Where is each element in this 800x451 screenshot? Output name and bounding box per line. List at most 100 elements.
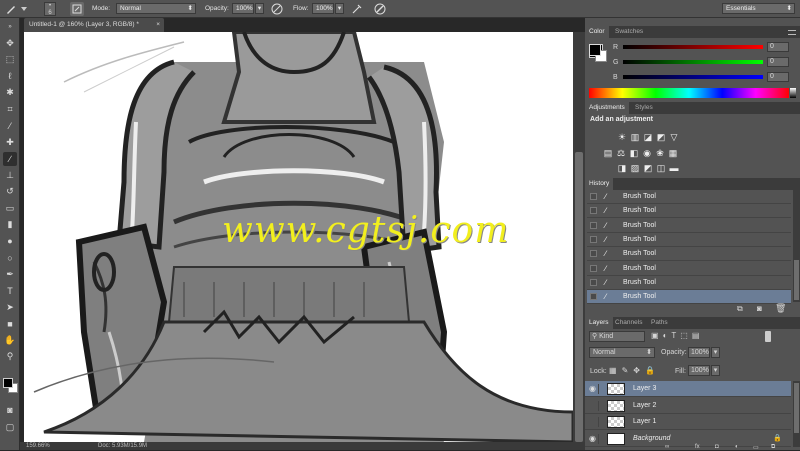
layer-row[interactable]: ◉ Background 🔒 bbox=[585, 431, 791, 447]
brush-tool-icon[interactable]: ∕ bbox=[3, 151, 17, 166]
toolbox-collapse-icon[interactable]: » bbox=[3, 20, 17, 34]
red-value-input[interactable]: 0 bbox=[767, 42, 789, 52]
vibrance-icon[interactable]: ▽ bbox=[669, 132, 679, 142]
marquee-tool-icon[interactable]: ⬚ bbox=[3, 53, 17, 67]
shape-filter-icon[interactable]: ⬚ bbox=[680, 331, 692, 340]
posterize-icon[interactable]: ▨ bbox=[630, 163, 640, 173]
invert-icon[interactable]: ◨ bbox=[617, 163, 627, 173]
layer-row[interactable]: Layer 1 bbox=[585, 414, 791, 430]
quick-mask-icon[interactable]: ◙ bbox=[3, 403, 17, 417]
crop-tool-icon[interactable]: ⌗ bbox=[3, 102, 17, 116]
lock-position-icon[interactable]: ✥ bbox=[633, 366, 645, 375]
workspace-select[interactable]: Essentials ⬍ bbox=[722, 3, 795, 14]
brush-preset-icon[interactable] bbox=[4, 2, 18, 16]
brush-size-box[interactable]: • 6 bbox=[44, 2, 56, 16]
visibility-eye-icon[interactable]: ◉ bbox=[589, 384, 599, 394]
channel-mixer-icon[interactable]: ❀ bbox=[655, 148, 665, 158]
smart-object-filter-icon[interactable]: ▤ bbox=[692, 331, 704, 340]
vertical-scrollbar[interactable] bbox=[573, 32, 585, 442]
gradient-map-icon[interactable]: ▬ bbox=[669, 163, 679, 173]
layer-filter-select[interactable]: ⚲ Kind bbox=[589, 331, 645, 342]
blue-slider-track[interactable] bbox=[623, 75, 763, 79]
lock-all-icon[interactable]: 🔒 bbox=[645, 366, 660, 375]
snapshot-camera-icon[interactable]: ◙ bbox=[757, 304, 762, 313]
tab-adjustments[interactable]: Adjustments bbox=[585, 102, 629, 114]
eraser-tool-icon[interactable]: ▭ bbox=[3, 201, 17, 215]
history-item[interactable]: ∕ Brush Tool bbox=[587, 247, 791, 262]
shape-tool-icon[interactable]: ■ bbox=[3, 317, 17, 331]
history-scroll-thumb[interactable] bbox=[794, 260, 799, 300]
levels-icon[interactable]: ▥ bbox=[630, 132, 640, 142]
lock-transparent-icon[interactable]: ▦ bbox=[609, 366, 622, 375]
layers-scrollbar[interactable] bbox=[793, 381, 800, 447]
doc-info[interactable]: Doc: 5.93M/15.9M bbox=[98, 442, 147, 450]
bw-ramp[interactable] bbox=[790, 88, 796, 98]
tab-paths[interactable]: Paths bbox=[647, 317, 672, 329]
history-item[interactable]: ∕ Brush Tool bbox=[587, 233, 791, 247]
move-tool-icon[interactable]: ✥ bbox=[3, 36, 17, 50]
hue-saturation-icon[interactable]: ▤ bbox=[603, 148, 613, 158]
history-item[interactable]: ∕ Brush Tool bbox=[587, 204, 791, 219]
layer-opacity-input[interactable]: 100% bbox=[688, 347, 710, 358]
visibility-off-icon[interactable] bbox=[589, 417, 599, 427]
link-layers-icon[interactable]: ∞ bbox=[665, 444, 669, 450]
history-source-checkbox[interactable] bbox=[590, 293, 597, 301]
flow-dropdown-icon[interactable]: ▾ bbox=[335, 3, 344, 14]
foreground-color-chip[interactable] bbox=[3, 378, 13, 388]
pressure-opacity-icon[interactable] bbox=[270, 2, 284, 16]
photo-filter-icon[interactable]: ◉ bbox=[642, 148, 652, 158]
path-select-tool-icon[interactable]: ➤ bbox=[3, 300, 17, 314]
history-item[interactable]: ∕ Brush Tool bbox=[587, 262, 791, 276]
tab-color[interactable]: Color bbox=[585, 26, 609, 38]
green-value-input[interactable]: 0 bbox=[767, 57, 789, 67]
document-tab[interactable]: Untitled-1 @ 160% (Layer 3, RGB/8) * × bbox=[24, 18, 164, 32]
history-source-checkbox[interactable] bbox=[590, 235, 597, 243]
scroll-thumb[interactable] bbox=[575, 152, 583, 442]
blend-mode-select[interactable]: Normal ⬍ bbox=[589, 347, 655, 358]
stamp-tool-icon[interactable]: ⊥ bbox=[3, 168, 17, 182]
layer-mask-icon[interactable]: ◘ bbox=[715, 444, 719, 450]
brush-picker-chevron-icon[interactable] bbox=[20, 1, 28, 17]
close-tab-icon[interactable]: × bbox=[156, 18, 160, 32]
history-item[interactable]: ∕ Brush Tool bbox=[587, 219, 791, 233]
screen-mode-icon[interactable]: ▢ bbox=[3, 420, 17, 434]
history-source-checkbox[interactable] bbox=[590, 278, 597, 286]
history-source-checkbox[interactable] bbox=[590, 264, 597, 272]
pressure-size-icon[interactable] bbox=[373, 2, 387, 16]
selective-color-icon[interactable]: ◫ bbox=[656, 163, 666, 173]
quick-select-tool-icon[interactable]: ✱ bbox=[3, 86, 17, 100]
zoom-readout[interactable]: 159.66% bbox=[26, 442, 50, 450]
tab-layers[interactable]: Layers bbox=[585, 317, 613, 329]
tab-swatches[interactable]: Swatches bbox=[611, 26, 647, 38]
eyedropper-tool-icon[interactable]: ⁄ bbox=[3, 119, 17, 133]
history-scrollbar[interactable] bbox=[793, 190, 800, 302]
lasso-tool-icon[interactable]: ℓ bbox=[3, 69, 17, 83]
brush-panel-toggle-icon[interactable] bbox=[70, 2, 84, 16]
blur-tool-icon[interactable]: ● bbox=[3, 234, 17, 248]
zoom-tool-icon[interactable]: ⚲ bbox=[3, 350, 17, 364]
fill-input[interactable]: 100% bbox=[688, 365, 710, 376]
layer-filter-icons[interactable]: ▣◐T⬚▤ bbox=[651, 331, 761, 342]
airbrush-icon[interactable] bbox=[350, 2, 364, 16]
visibility-off-icon[interactable] bbox=[589, 400, 599, 411]
color-spectrum-ramp[interactable] bbox=[589, 88, 789, 98]
mode-select[interactable]: Normal ⬍ bbox=[116, 3, 196, 14]
delete-state-trash-icon[interactable]: 🗑 bbox=[775, 303, 786, 314]
layer-row[interactable]: Layer 2 bbox=[585, 398, 791, 414]
layer-row[interactable]: ◉ Layer 3 bbox=[585, 381, 791, 397]
panel-menu-icon[interactable] bbox=[788, 30, 796, 35]
fx-icon[interactable]: fx bbox=[695, 444, 700, 450]
visibility-eye-icon[interactable]: ◉ bbox=[589, 433, 599, 444]
history-source-checkbox[interactable] bbox=[590, 221, 597, 229]
color-balance-icon[interactable]: ⚖ bbox=[616, 148, 626, 158]
lock-pixels-icon[interactable]: ✎ bbox=[622, 366, 634, 375]
history-item[interactable]: ∕ Brush Tool bbox=[587, 276, 791, 290]
hand-tool-icon[interactable]: ✋ bbox=[3, 333, 17, 347]
fill-dropdown-icon[interactable]: ▾ bbox=[711, 365, 720, 376]
exposure-icon[interactable]: ◩ bbox=[656, 132, 666, 142]
pixel-filter-icon[interactable]: ▣ bbox=[651, 331, 663, 340]
new-document-from-state-icon[interactable]: ⧉ bbox=[737, 304, 743, 314]
brightness-icon[interactable]: ☀ bbox=[617, 132, 627, 142]
black-white-icon[interactable]: ◧ bbox=[629, 148, 639, 158]
history-item[interactable]: ∕ Brush Tool bbox=[587, 290, 791, 305]
